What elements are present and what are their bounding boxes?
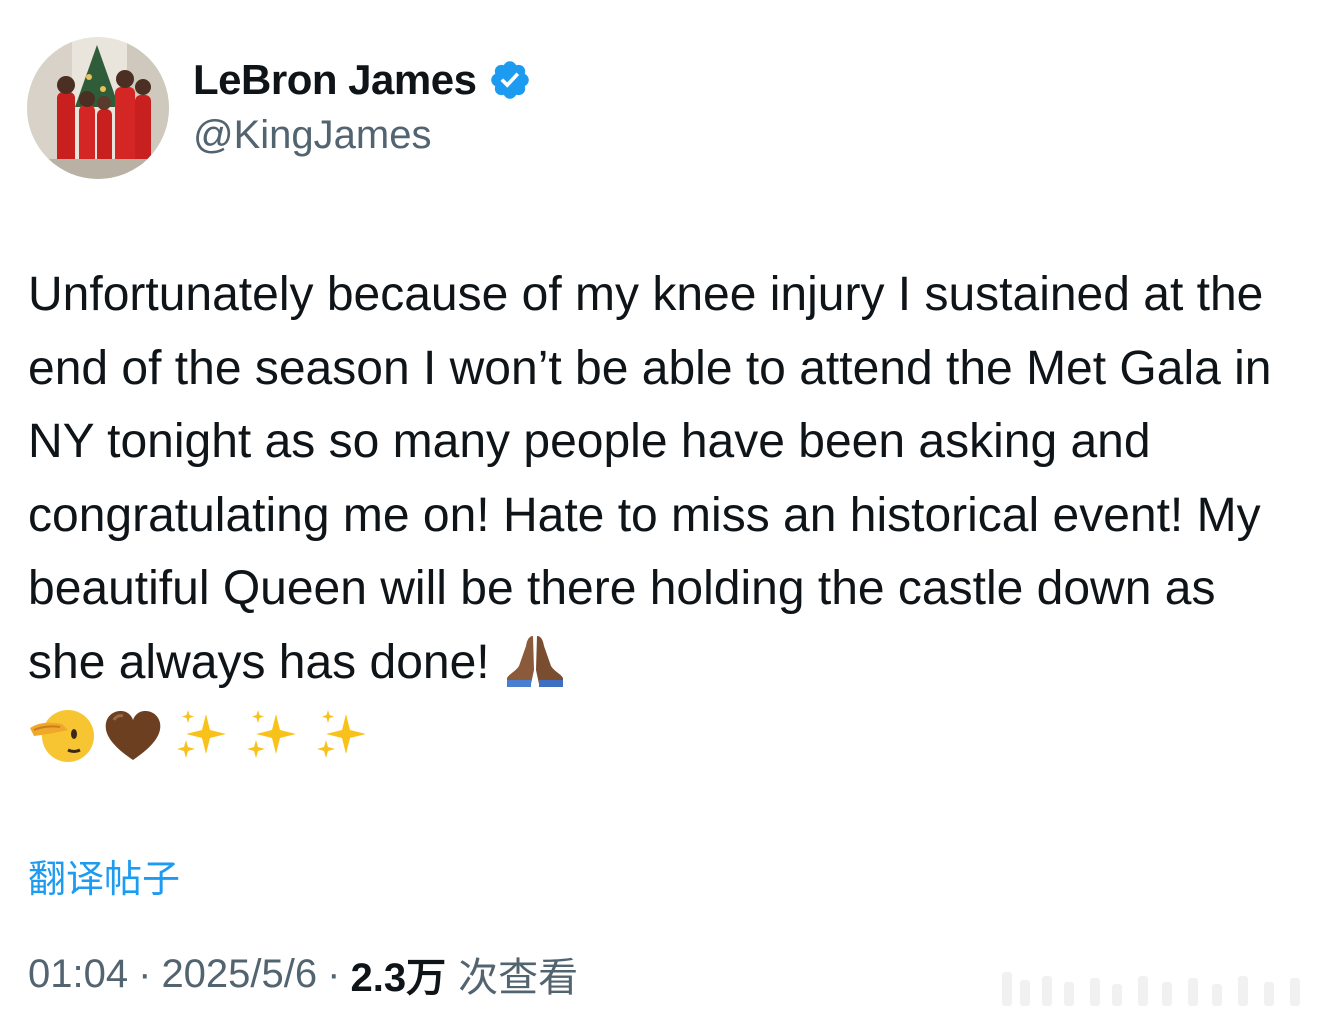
author-name-row: LeBron James [193,55,532,105]
avatar[interactable] [27,37,169,179]
watermark-graphic [1002,968,1312,1008]
tweet-meta: 01:04 · 2025/5/6 · 2.3万 次查看 [28,947,578,1001]
tweet-body: Unfortunately because of my knee injury … [28,268,1285,689]
meta-separator: · [327,951,341,996]
pray-icon [503,630,567,710]
display-name[interactable]: LeBron James [193,56,477,104]
sparkles-icon [172,706,234,769]
saluting-face-icon [28,704,94,771]
avatar-photo [27,37,169,179]
translate-post-link[interactable]: 翻译帖子 [28,848,180,903]
sparkles-icon [242,706,304,769]
post-time[interactable]: 01:04 [28,952,128,997]
views-count: 2.3万 [350,956,447,1000]
emoji-row [28,702,374,772]
meta-separator: · [138,951,152,996]
sparkles-icon [312,706,374,769]
tweet-text: Unfortunately because of my knee injury … [28,258,1298,709]
verified-badge-icon[interactable] [488,58,532,102]
post-date[interactable]: 2025/5/6 [161,952,317,997]
brown-heart-icon [102,706,164,769]
views-label: 次查看 [458,956,579,1000]
author-handle[interactable]: @KingJames [193,113,431,158]
